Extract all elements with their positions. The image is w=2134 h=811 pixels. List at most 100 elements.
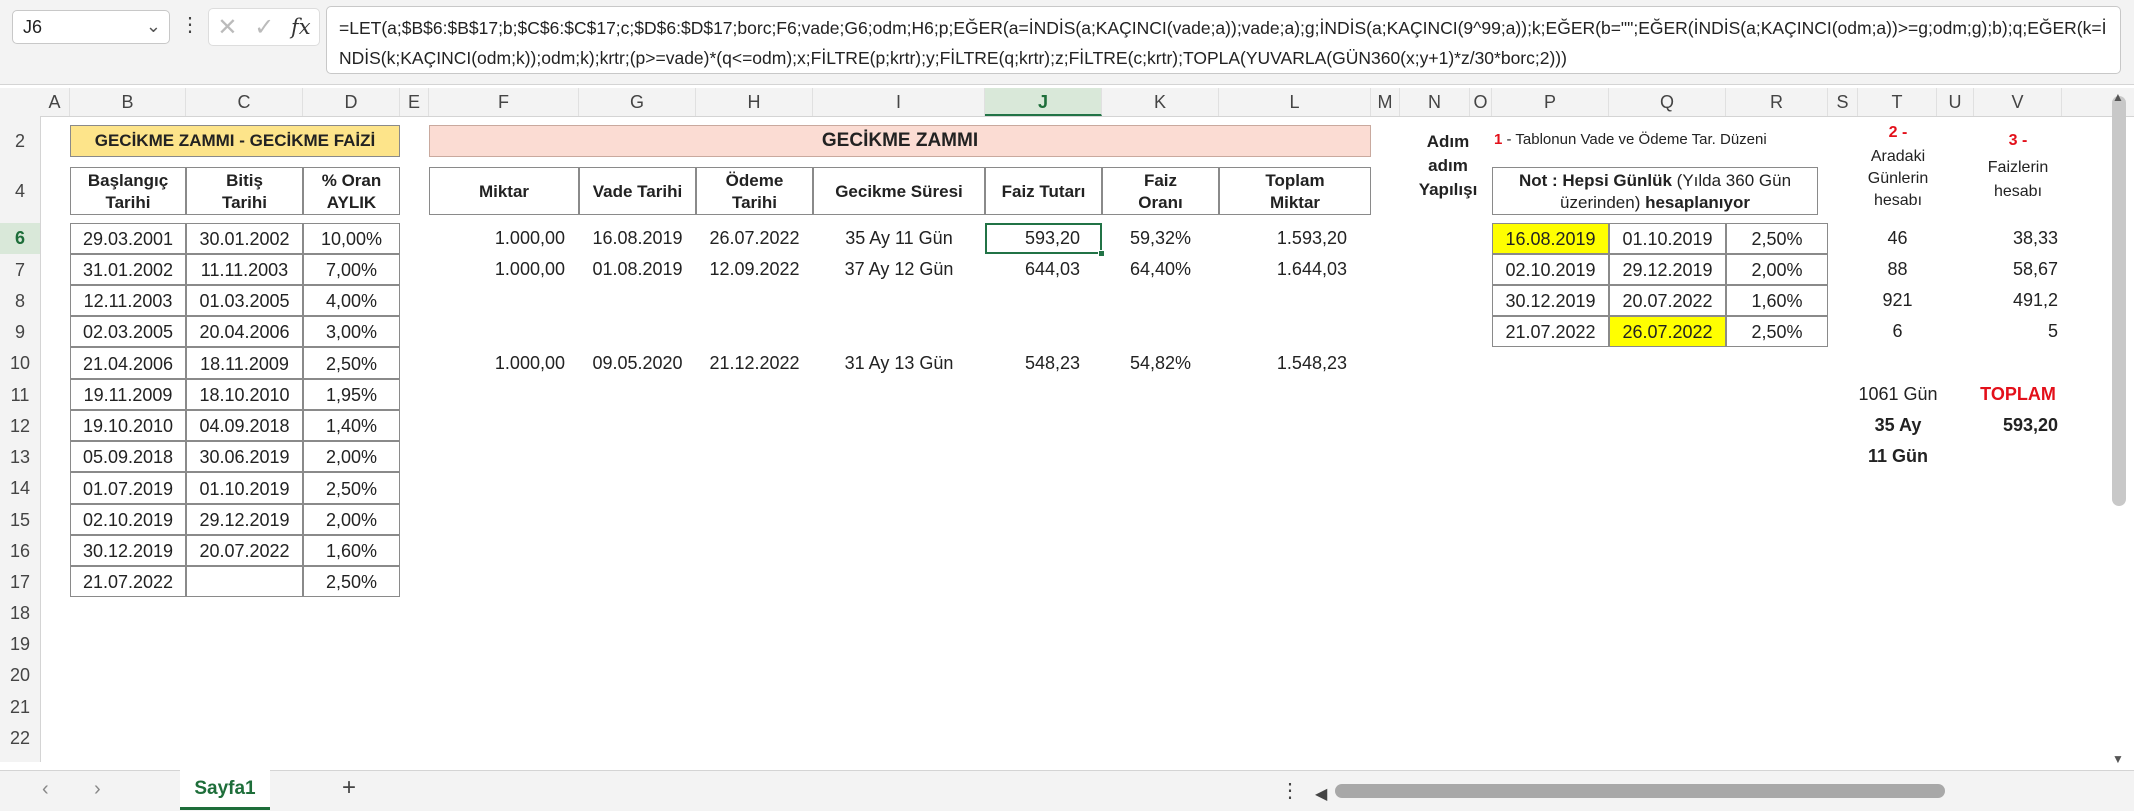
main-cell[interactable]: 54,82% — [1102, 347, 1219, 379]
row-header-7[interactable]: 7 — [0, 259, 40, 281]
sheet-tab-sayfa1[interactable]: Sayfa1 — [180, 770, 270, 810]
main-cell[interactable]: 59,32% — [1102, 223, 1219, 254]
interest-cell[interactable]: 38,33 — [1974, 223, 2062, 254]
step-cell[interactable]: 30.12.2019 — [1492, 285, 1609, 316]
main-cell[interactable]: 644,03 — [985, 254, 1102, 285]
days-cell[interactable]: 6 — [1858, 316, 1937, 347]
rate-cell[interactable]: 2,00% — [303, 441, 400, 472]
main-cell[interactable]: 26.07.2022 — [696, 223, 813, 254]
main-cell[interactable]: 1.548,23 — [1219, 347, 1371, 379]
column-header-q[interactable]: Q — [1609, 88, 1726, 116]
row-header-11[interactable]: 11 — [0, 384, 40, 406]
step-cell[interactable]: 2,50% — [1726, 316, 1828, 347]
row-header-4[interactable]: 4 — [0, 180, 40, 202]
column-header-k[interactable]: K — [1102, 88, 1219, 116]
column-header-p[interactable]: P — [1492, 88, 1609, 116]
column-header-l[interactable]: L — [1219, 88, 1371, 116]
column-header-o[interactable]: O — [1470, 88, 1492, 116]
rate-cell[interactable]: 01.03.2005 — [186, 285, 303, 316]
rate-cell[interactable]: 18.10.2010 — [186, 379, 303, 410]
rate-cell[interactable]: 12.11.2003 — [70, 285, 186, 316]
rate-cell[interactable]: 30.01.2002 — [186, 223, 303, 254]
fill-handle[interactable] — [1098, 250, 1105, 257]
step-cell[interactable]: 2,00% — [1726, 254, 1828, 285]
step-cell[interactable]: 2,50% — [1726, 223, 1828, 254]
step-cell[interactable]: 16.08.2019 — [1492, 223, 1609, 254]
row-header-6[interactable]: 6 — [0, 223, 40, 254]
cancel-icon[interactable]: ✕ — [217, 13, 237, 42]
row-header-14[interactable]: 14 — [0, 477, 40, 499]
rate-cell[interactable]: 21.04.2006 — [70, 347, 186, 379]
row-header-20[interactable]: 20 — [0, 664, 40, 686]
rate-cell[interactable]: 05.09.2018 — [70, 441, 186, 472]
rate-cell[interactable]: 2,50% — [303, 347, 400, 379]
active-cell-border[interactable] — [985, 223, 1102, 254]
scroll-up-icon[interactable]: ▲ — [2112, 90, 2124, 104]
total-days[interactable]: 1061 Gün — [1848, 379, 1948, 410]
row-header-17[interactable]: 17 — [0, 571, 40, 593]
main-cell[interactable]: 16.08.2019 — [579, 223, 696, 254]
rate-cell[interactable]: 11.11.2003 — [186, 254, 303, 285]
main-cell[interactable]: 01.08.2019 — [579, 254, 696, 285]
rate-cell[interactable]: 2,50% — [303, 566, 400, 597]
column-header-d[interactable]: D — [303, 88, 400, 116]
step-cell[interactable]: 01.10.2019 — [1609, 223, 1726, 254]
rate-cell[interactable]: 02.03.2005 — [70, 316, 186, 347]
column-header-r[interactable]: R — [1726, 88, 1828, 116]
row-header-22[interactable]: 22 — [0, 727, 40, 749]
enter-icon[interactable]: ✓ — [254, 13, 274, 42]
main-cell[interactable]: 548,23 — [985, 347, 1102, 379]
main-cell[interactable]: 35 Ay 11 Gün — [813, 223, 985, 254]
column-header-v[interactable]: V — [1974, 88, 2062, 116]
column-header-g[interactable]: G — [579, 88, 696, 116]
interest-cell[interactable]: 5 — [1974, 316, 2062, 347]
rate-cell[interactable]: 04.09.2018 — [186, 410, 303, 441]
rate-cell[interactable]: 31.01.2002 — [70, 254, 186, 285]
column-header-m[interactable]: M — [1371, 88, 1400, 116]
rate-cell[interactable]: 18.11.2009 — [186, 347, 303, 379]
column-header-n[interactable]: N — [1400, 88, 1470, 116]
column-header-a[interactable]: A — [40, 88, 70, 116]
column-header-i[interactable]: I — [813, 88, 985, 116]
row-header-8[interactable]: 8 — [0, 290, 40, 312]
row-header-10[interactable]: 10 — [0, 352, 40, 374]
name-box[interactable]: J6 ⌄ — [12, 10, 170, 44]
total-days-remainder[interactable]: 11 Gün — [1858, 441, 1938, 472]
rate-cell[interactable]: 01.10.2019 — [186, 472, 303, 504]
main-cell[interactable]: 37 Ay 12 Gün — [813, 254, 985, 285]
column-header-j[interactable]: J — [985, 88, 1102, 116]
rate-cell[interactable]: 4,00% — [303, 285, 400, 316]
formula-input[interactable]: =LET(a;$B$6:$B$17;b;$C$6:$C$17;c;$D$6:$D… — [326, 6, 2121, 74]
rate-cell[interactable]: 2,50% — [303, 472, 400, 504]
interest-cell[interactable]: 491,2 — [1974, 285, 2062, 316]
main-cell[interactable]: 64,40% — [1102, 254, 1219, 285]
insert-function-icon[interactable]: fx — [291, 15, 311, 39]
row-header-15[interactable]: 15 — [0, 509, 40, 531]
main-cell[interactable]: 1.644,03 — [1219, 254, 1371, 285]
row-header-21[interactable]: 21 — [0, 696, 40, 718]
main-cell[interactable]: 1.000,00 — [429, 254, 579, 285]
column-header-e[interactable]: E — [400, 88, 429, 116]
rate-cell[interactable]: 30.12.2019 — [70, 535, 186, 566]
step-cell[interactable]: 29.12.2019 — [1609, 254, 1726, 285]
rate-cell[interactable]: 19.11.2009 — [70, 379, 186, 410]
rate-cell[interactable]: 1,60% — [303, 535, 400, 566]
rate-cell[interactable]: 21.07.2022 — [70, 566, 186, 597]
main-cell[interactable]: 21.12.2022 — [696, 347, 813, 379]
more-options-icon[interactable]: ⋮ — [180, 12, 200, 37]
row-header-12[interactable]: 12 — [0, 415, 40, 437]
column-header-u[interactable]: U — [1937, 88, 1974, 116]
main-cell[interactable]: 09.05.2020 — [579, 347, 696, 379]
chevron-down-icon[interactable]: ⌄ — [146, 16, 161, 37]
horizontal-scrollbar[interactable] — [1335, 784, 1945, 798]
row-header-16[interactable]: 16 — [0, 540, 40, 562]
add-sheet-icon[interactable]: + — [342, 774, 356, 802]
rate-cell[interactable]: 30.06.2019 — [186, 441, 303, 472]
column-header-h[interactable]: H — [696, 88, 813, 116]
rate-cell[interactable]: 1,40% — [303, 410, 400, 441]
rate-cell[interactable]: 7,00% — [303, 254, 400, 285]
main-cell[interactable]: 1.000,00 — [429, 223, 579, 254]
main-cell[interactable]: 12.09.2022 — [696, 254, 813, 285]
rate-cell[interactable]: 20.04.2006 — [186, 316, 303, 347]
column-header-t[interactable]: T — [1858, 88, 1937, 116]
